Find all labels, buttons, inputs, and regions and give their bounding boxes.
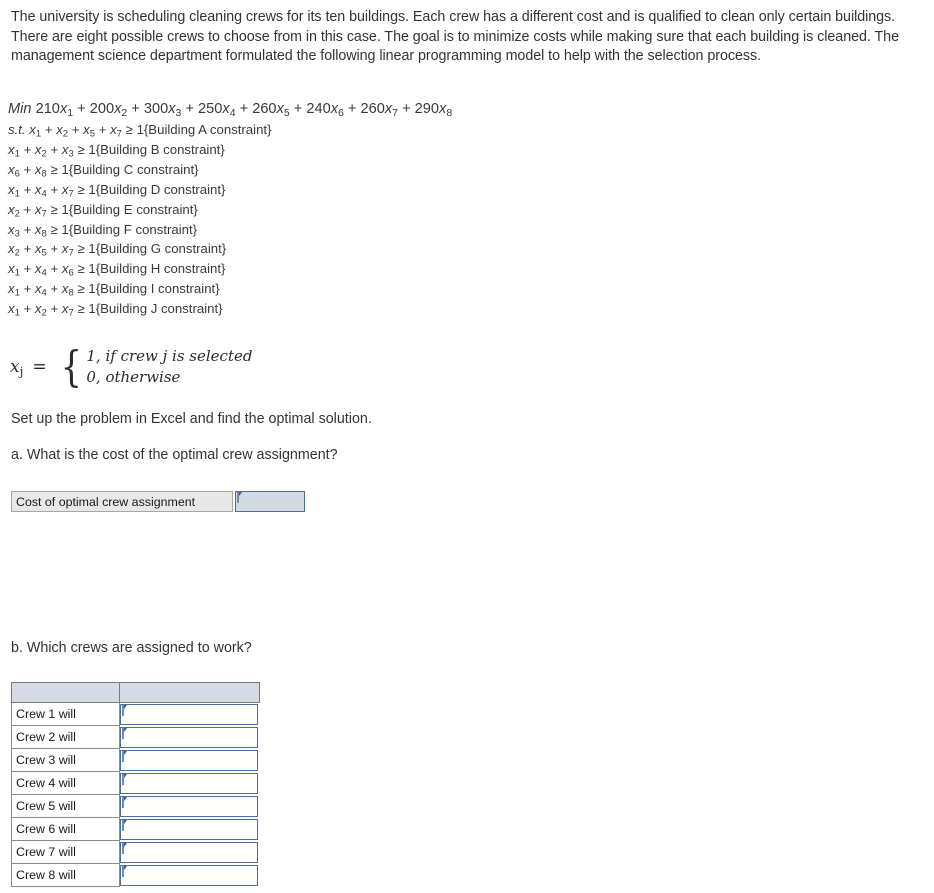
crew-answer-input-4[interactable]: [120, 772, 258, 794]
linear-programming-model: Min 210x1 + 200x2 + 300x3 + 250x4 + 260x…: [8, 99, 628, 319]
crew-answer-cell: [119, 817, 260, 841]
constraint-list: s.t. x1 + x2 + x5 + x7 ≥ 1{Building A co…: [8, 120, 628, 319]
crew-answer-cell: [119, 748, 260, 772]
crew-label-cell: Crew 1 will: [11, 702, 120, 726]
crew-answer-input-5[interactable]: [120, 795, 258, 817]
crew-answer-cell: [119, 771, 260, 795]
table-row: Crew 3 will: [11, 748, 260, 772]
flag-marker-icon: [122, 727, 127, 739]
question-a-text: a. What is the cost of the optimal crew …: [11, 447, 338, 463]
flag-marker-icon: [122, 750, 127, 762]
cost-answer-input[interactable]: [235, 491, 305, 512]
flag-marker-icon: [237, 492, 242, 503]
constraint-line: x1 + x2 + x3 ≥ 1{Building B constraint}: [8, 141, 225, 160]
crew-answer-input-1[interactable]: [120, 703, 258, 725]
binary-cases: 1, if crew j is selected 0, otherwise: [86, 346, 252, 388]
crew-label-cell: Crew 4 will: [11, 771, 120, 795]
table-row: Crew 8 will: [11, 863, 260, 887]
header-cell-crew: [11, 682, 120, 703]
flag-marker-icon: [122, 842, 127, 854]
binary-variable-symbol: xj: [10, 357, 24, 379]
table-row: Crew 1 will: [11, 702, 260, 726]
crew-label-cell: Crew 3 will: [11, 748, 120, 772]
flag-marker-icon: [122, 819, 127, 831]
table-row: Crew 7 will: [11, 840, 260, 864]
crew-label-cell: Crew 6 will: [11, 817, 120, 841]
problem-intro-paragraph: The university is scheduling cleaning cr…: [11, 9, 899, 64]
constraint-line: s.t. x1 + x2 + x5 + x7 ≥ 1{Building A co…: [8, 122, 272, 140]
constraint-line: x6 + x8 ≥ 1{Building C constraint}: [8, 161, 199, 180]
flag-marker-icon: [122, 773, 127, 785]
crew-answer-cell: [119, 702, 260, 726]
table-row: Crew 4 will: [11, 771, 260, 795]
constraint-line: x1 + x4 + x8 ≥ 1{Building I constraint}: [8, 281, 220, 299]
cost-label-cell: Cost of optimal crew assignment: [11, 491, 233, 512]
crew-table-body: Crew 1 will Crew 2 will Crew 3 will Crew 4 …: [11, 702, 260, 887]
flag-marker-icon: [122, 796, 127, 808]
flag-marker-icon: [122, 704, 127, 716]
constraint-line: x1 + x4 + x7 ≥ 1{Building D constraint}: [8, 181, 226, 200]
crew-answer-input-7[interactable]: [120, 841, 258, 863]
crew-assignment-table: Crew 1 will Crew 2 will Crew 3 will Crew 4 …: [11, 682, 260, 887]
case-otherwise: 0, otherwise: [86, 368, 181, 386]
header-cell-answer: [119, 682, 260, 703]
crew-label-cell: Crew 2 will: [11, 725, 120, 749]
case-selected: 1, if crew j is selected: [86, 347, 253, 365]
crew-answer-input-3[interactable]: [120, 749, 258, 771]
binary-variable-definition: xj = { 1, if crew j is selected 0, other…: [10, 346, 252, 388]
crew-label-cell: Crew 5 will: [11, 794, 120, 818]
objective-function: Min 210x1 + 200x2 + 300x3 + 250x4 + 260x…: [8, 101, 453, 119]
crew-answer-input-8[interactable]: [120, 864, 258, 886]
answer-row-cost: Cost of optimal crew assignment: [11, 491, 305, 512]
constraint-line: x2 + x7 ≥ 1{Building E constraint}: [8, 201, 198, 220]
constraint-line: x1 + x2 + x7 ≥ 1{Building J constraint}: [8, 301, 223, 319]
crew-answer-cell: [119, 794, 260, 818]
crew-label-cell: Crew 8 will: [11, 863, 120, 887]
table-header-row: [11, 682, 260, 703]
setup-instruction: Set up the problem in Excel and find the…: [11, 411, 372, 427]
crew-answer-input-2[interactable]: [120, 726, 258, 748]
flag-marker-icon: [122, 865, 127, 877]
crew-answer-cell: [119, 840, 260, 864]
crew-label-cell: Crew 7 will: [11, 840, 120, 864]
table-row: Crew 5 will: [11, 794, 260, 818]
crew-answer-cell: [119, 725, 260, 749]
constraint-line: x2 + x5 + x7 ≥ 1{Building G constraint}: [8, 241, 227, 260]
left-brace-icon: {: [60, 342, 82, 391]
table-row: Crew 6 will: [11, 817, 260, 841]
constraint-line: x1 + x4 + x6 ≥ 1{Building H constraint}: [8, 261, 226, 279]
crew-answer-cell: [119, 863, 260, 887]
table-row: Crew 2 will: [11, 725, 260, 749]
equals-sign: =: [32, 357, 47, 377]
question-b-text: b. Which crews are assigned to work?: [11, 640, 252, 656]
crew-answer-input-6[interactable]: [120, 818, 258, 840]
constraint-line: x3 + x8 ≥ 1{Building F constraint}: [8, 221, 198, 240]
